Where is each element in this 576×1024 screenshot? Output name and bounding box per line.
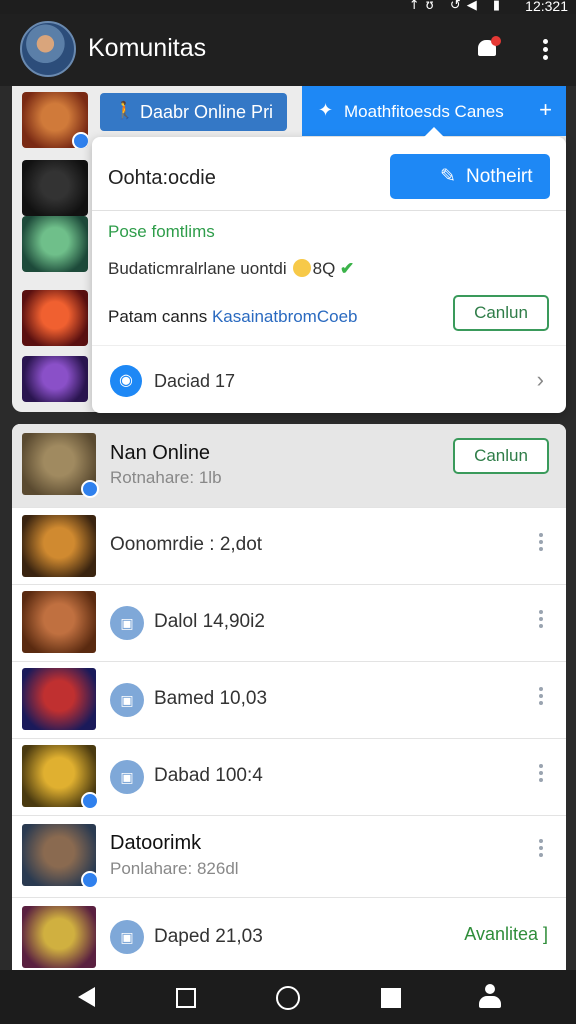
item-text: Oonomrdie : 2,dot (110, 534, 263, 555)
tab-online-label: Daabr Online Pri (140, 102, 274, 122)
divider (92, 345, 566, 346)
game-thumb (22, 745, 99, 810)
tab-games-label: Moathfitoesds Canes (344, 102, 504, 121)
item-text: Daped 21,03 (154, 926, 263, 947)
more-vert-icon[interactable] (534, 36, 556, 62)
stat-text: Budaticmralrlane uontdi (108, 259, 287, 278)
side-thumb[interactable] (22, 356, 88, 402)
app-bar: Komunitas (0, 14, 576, 86)
game-prefix: Patam canns (108, 307, 212, 326)
item-text: Dalol 14,90i2 (154, 611, 265, 632)
sparkle-icon: ✦ (318, 100, 334, 120)
verified-badge-icon (81, 792, 99, 810)
join-button[interactable]: Canlun (453, 295, 549, 331)
check-icon: ✔ (340, 259, 355, 278)
discussion-label[interactable]: Daciad 17 (154, 371, 235, 392)
item-text: Bamed 10,03 (154, 688, 268, 709)
verified-badge-icon (81, 480, 99, 498)
add-icon[interactable]: + (539, 97, 552, 123)
stat-line: Budaticmralrlane uontdi 8Q ✔ (108, 259, 354, 279)
list-item[interactable]: Nan Online Rotnahare: 1lb Canlun (12, 424, 566, 508)
game-thumb (22, 591, 96, 653)
status-bar: ↑ʊ ↺◀ ▮ 12:321 (0, 0, 576, 14)
chevron-right-icon[interactable]: › (537, 367, 544, 393)
side-thumb[interactable] (22, 92, 88, 148)
status-icons: ↑ʊ ↺◀ ▮ (408, 0, 506, 13)
divider (92, 210, 566, 211)
list-item[interactable]: ▣ Dalol 14,90i2 (12, 585, 566, 662)
image-icon: ▣ (110, 920, 144, 954)
image-icon: ▣ (110, 683, 144, 717)
side-thumb[interactable] (22, 160, 88, 216)
item-text: Dabad 100:4 (154, 765, 263, 786)
side-thumb[interactable] (22, 290, 88, 346)
list-item[interactable]: ▣ Bamed 10,03 (12, 662, 566, 739)
more-vert-icon[interactable] (536, 607, 546, 635)
back-icon[interactable] (78, 987, 95, 1007)
primary-button[interactable]: ✎ Notheirt (390, 154, 550, 199)
square-filled-icon[interactable] (381, 988, 401, 1008)
game-thumb (22, 515, 96, 577)
more-vert-icon[interactable] (536, 684, 546, 712)
image-icon: ▣ (110, 606, 144, 640)
status-time: 12:321 (525, 0, 568, 14)
availability-label[interactable]: Avanlitea ] (464, 924, 548, 945)
list-item[interactable]: Oonomrdie : 2,dot (12, 508, 566, 585)
verified-badge-icon (81, 871, 99, 889)
pencil-icon: ✎ (440, 166, 456, 187)
profile-icon[interactable] (478, 984, 502, 1010)
popup-title: Oohta:ocdie (108, 167, 216, 189)
game-thumb (22, 433, 99, 498)
chat-icon: ◉ (110, 365, 142, 397)
join-button[interactable]: Canlun (453, 438, 549, 474)
page-title: Komunitas (88, 34, 207, 62)
community-list: Nan Online Rotnahare: 1lb Canlun Oonomrd… (12, 424, 566, 970)
bell-icon[interactable] (474, 34, 502, 62)
community-popup: Oohta:ocdie ✎ Notheirt Pose fomtlims Bud… (92, 127, 566, 413)
game-link[interactable]: KasainatbromCoeb (212, 307, 358, 326)
list-item[interactable]: ▣ Daped 21,03 Avanlitea ] (12, 898, 566, 970)
verified-badge-icon (72, 132, 88, 148)
list-item[interactable]: ▣ Dabad 100:4 (12, 739, 566, 816)
item-sub: Ponlahare: 826dl (110, 859, 239, 878)
more-vert-icon[interactable] (536, 836, 546, 864)
square-icon[interactable] (176, 988, 196, 1008)
more-vert-icon[interactable] (536, 761, 546, 789)
game-thumb (22, 668, 96, 730)
more-vert-icon[interactable] (536, 530, 546, 558)
section-label: Pose fomtlims (108, 222, 215, 241)
avatar[interactable] (20, 21, 76, 77)
image-icon: ▣ (110, 760, 144, 794)
primary-button-label: Notheirt (466, 166, 533, 187)
person-walk-icon: 🚶 (114, 101, 136, 120)
notification-dot (491, 36, 501, 46)
stat-number: 8Q (312, 259, 336, 278)
list-item[interactable]: Datoorimk Ponlahare: 826dl (12, 816, 566, 898)
emoji-icon (292, 259, 311, 277)
side-thumb[interactable] (22, 216, 88, 272)
item-sub: Rotnahare: 1lb (110, 468, 222, 487)
game-thumb (22, 906, 96, 968)
home-circle-icon[interactable] (276, 986, 300, 1010)
tab-online[interactable]: 🚶 Daabr Online Pri (100, 93, 287, 131)
item-name: Nan Online (110, 442, 211, 464)
popup-notch (422, 127, 446, 139)
game-thumb (22, 824, 99, 889)
system-nav-bar (0, 970, 576, 1024)
game-line: Patam canns KasainatbromCoeb (108, 307, 357, 327)
item-name: Datoorimk (110, 832, 202, 854)
